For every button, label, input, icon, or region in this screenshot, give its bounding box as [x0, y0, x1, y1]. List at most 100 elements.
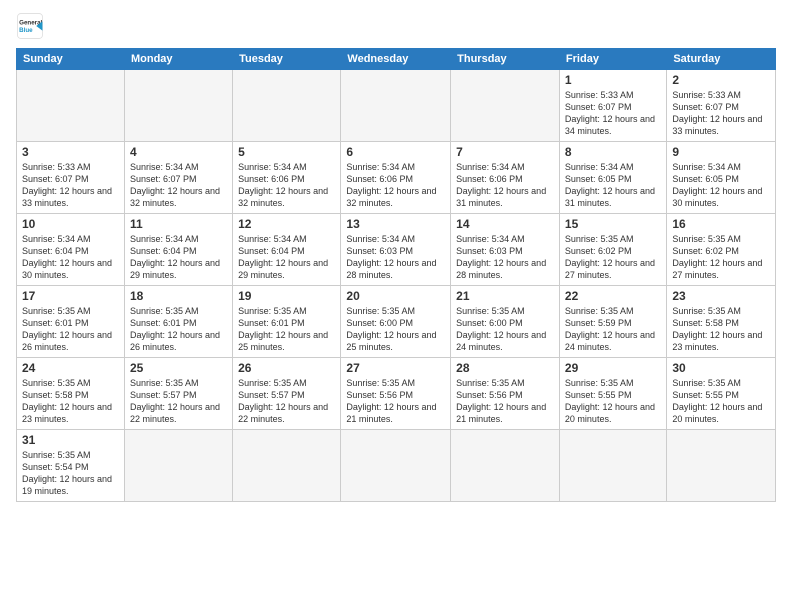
day-number: 27 [346, 361, 445, 375]
day-info: Sunrise: 5:33 AM Sunset: 6:07 PM Dayligh… [565, 89, 661, 138]
day-info: Sunrise: 5:35 AM Sunset: 6:01 PM Dayligh… [22, 305, 119, 354]
calendar-day: 15Sunrise: 5:35 AM Sunset: 6:02 PM Dayli… [559, 214, 666, 286]
day-info: Sunrise: 5:34 AM Sunset: 6:03 PM Dayligh… [346, 233, 445, 282]
day-info: Sunrise: 5:35 AM Sunset: 5:55 PM Dayligh… [672, 377, 770, 426]
calendar-day: 19 Sunrise: 5:35 AM Sunset: 6:01 PM Dayli… [233, 286, 341, 358]
calendar-day: 25Sunrise: 5:35 AM Sunset: 5:57 PM Dayli… [124, 358, 232, 430]
day-header-saturday: Saturday [667, 49, 776, 70]
svg-text:Blue: Blue [19, 27, 33, 34]
calendar-day [124, 70, 232, 142]
calendar-day [341, 430, 451, 502]
day-number: 20 [346, 289, 445, 303]
calendar-day: 13 Sunrise: 5:34 AM Sunset: 6:03 PM Dayli… [341, 214, 451, 286]
day-info: Sunrise: 5:35 AM Sunset: 5:54 PM Dayligh… [22, 449, 119, 498]
day-info: Sunrise: 5:35 AM Sunset: 6:01 PM Dayligh… [238, 305, 335, 354]
day-number: 17 [22, 289, 119, 303]
day-info: Sunrise: 5:35 AM Sunset: 5:57 PM Dayligh… [130, 377, 227, 426]
day-number: 28 [456, 361, 554, 375]
calendar-header-row: SundayMondayTuesdayWednesdayThursdayFrid… [17, 49, 776, 70]
day-number: 12 [238, 217, 335, 231]
day-number: 23 [672, 289, 770, 303]
calendar-day: 28 Sunrise: 5:35 AM Sunset: 5:56 PM Dayli… [451, 358, 560, 430]
day-info: Sunrise: 5:35 AM Sunset: 5:56 PM Dayligh… [456, 377, 554, 426]
day-number: 5 [238, 145, 335, 159]
calendar-day: 7 Sunrise: 5:34 AM Sunset: 6:06 PM Daylig… [451, 142, 560, 214]
day-number: 11 [130, 217, 227, 231]
day-header-sunday: Sunday [17, 49, 125, 70]
day-info: Sunrise: 5:34 AM Sunset: 6:06 PM Dayligh… [346, 161, 445, 210]
day-number: 2 [672, 73, 770, 87]
day-info: Sunrise: 5:34 AM Sunset: 6:06 PM Dayligh… [238, 161, 335, 210]
day-number: 14 [456, 217, 554, 231]
day-number: 3 [22, 145, 119, 159]
day-info: Sunrise: 5:34 AM Sunset: 6:05 PM Dayligh… [565, 161, 661, 210]
day-number: 24 [22, 361, 119, 375]
day-info: Sunrise: 5:35 AM Sunset: 6:00 PM Dayligh… [346, 305, 445, 354]
calendar-day: 17 Sunrise: 5:35 AM Sunset: 6:01 PM Dayli… [17, 286, 125, 358]
calendar-day: 22 Sunrise: 5:35 AM Sunset: 5:59 PM Dayli… [559, 286, 666, 358]
calendar-day: 10Sunrise: 5:34 AM Sunset: 6:04 PM Dayli… [17, 214, 125, 286]
day-info: Sunrise: 5:35 AM Sunset: 5:56 PM Dayligh… [346, 377, 445, 426]
calendar-week-2: 3Sunrise: 5:33 AM Sunset: 6:07 PM Daylig… [17, 142, 776, 214]
day-header-tuesday: Tuesday [233, 49, 341, 70]
logo-icon: General Blue [16, 12, 44, 40]
day-number: 26 [238, 361, 335, 375]
calendar-day [124, 430, 232, 502]
calendar-day: 6Sunrise: 5:34 AM Sunset: 6:06 PM Daylig… [341, 142, 451, 214]
calendar-day: 12Sunrise: 5:34 AM Sunset: 6:04 PM Dayli… [233, 214, 341, 286]
calendar-day: 14Sunrise: 5:34 AM Sunset: 6:03 PM Dayli… [451, 214, 560, 286]
day-number: 1 [565, 73, 661, 87]
calendar-day: 1 Sunrise: 5:33 AM Sunset: 6:07 PM Daylig… [559, 70, 666, 142]
day-number: 9 [672, 145, 770, 159]
day-info: Sunrise: 5:34 AM Sunset: 6:04 PM Dayligh… [130, 233, 227, 282]
calendar-day: 8 Sunrise: 5:34 AM Sunset: 6:05 PM Daylig… [559, 142, 666, 214]
calendar-week-5: 24Sunrise: 5:35 AM Sunset: 5:58 PM Dayli… [17, 358, 776, 430]
calendar-day [17, 70, 125, 142]
calendar-day [559, 430, 666, 502]
day-number: 31 [22, 433, 119, 447]
day-header-thursday: Thursday [451, 49, 560, 70]
calendar-day [451, 430, 560, 502]
calendar-day: 24Sunrise: 5:35 AM Sunset: 5:58 PM Dayli… [17, 358, 125, 430]
calendar-day: 29 Sunrise: 5:35 AM Sunset: 5:55 PM Dayli… [559, 358, 666, 430]
calendar-day: 16Sunrise: 5:35 AM Sunset: 6:02 PM Dayli… [667, 214, 776, 286]
day-number: 4 [130, 145, 227, 159]
day-info: Sunrise: 5:35 AM Sunset: 6:00 PM Dayligh… [456, 305, 554, 354]
day-info: Sunrise: 5:35 AM Sunset: 5:59 PM Dayligh… [565, 305, 661, 354]
calendar-day: 20 Sunrise: 5:35 AM Sunset: 6:00 PM Dayli… [341, 286, 451, 358]
calendar-day: 30 Sunrise: 5:35 AM Sunset: 5:55 PM Dayli… [667, 358, 776, 430]
day-number: 29 [565, 361, 661, 375]
calendar-day: 9 Sunrise: 5:34 AM Sunset: 6:05 PM Daylig… [667, 142, 776, 214]
calendar-day [451, 70, 560, 142]
calendar-day: 31 Sunrise: 5:35 AM Sunset: 5:54 PM Dayli… [17, 430, 125, 502]
calendar-week-4: 17 Sunrise: 5:35 AM Sunset: 6:01 PM Dayli… [17, 286, 776, 358]
calendar-week-6: 31 Sunrise: 5:35 AM Sunset: 5:54 PM Dayli… [17, 430, 776, 502]
calendar-day: 11 Sunrise: 5:34 AM Sunset: 6:04 PM Dayli… [124, 214, 232, 286]
day-info: Sunrise: 5:34 AM Sunset: 6:05 PM Dayligh… [672, 161, 770, 210]
day-info: Sunrise: 5:33 AM Sunset: 6:07 PM Dayligh… [672, 89, 770, 138]
calendar-day: 5 Sunrise: 5:34 AM Sunset: 6:06 PM Daylig… [233, 142, 341, 214]
calendar-day: 27 Sunrise: 5:35 AM Sunset: 5:56 PM Dayli… [341, 358, 451, 430]
day-number: 30 [672, 361, 770, 375]
day-number: 7 [456, 145, 554, 159]
calendar-day: 3Sunrise: 5:33 AM Sunset: 6:07 PM Daylig… [17, 142, 125, 214]
calendar-day: 18Sunrise: 5:35 AM Sunset: 6:01 PM Dayli… [124, 286, 232, 358]
calendar-day: 26Sunrise: 5:35 AM Sunset: 5:57 PM Dayli… [233, 358, 341, 430]
day-number: 19 [238, 289, 335, 303]
calendar-table: SundayMondayTuesdayWednesdayThursdayFrid… [16, 48, 776, 502]
day-info: Sunrise: 5:35 AM Sunset: 5:55 PM Dayligh… [565, 377, 661, 426]
day-number: 22 [565, 289, 661, 303]
day-info: Sunrise: 5:35 AM Sunset: 6:02 PM Dayligh… [565, 233, 661, 282]
day-number: 8 [565, 145, 661, 159]
day-header-wednesday: Wednesday [341, 49, 451, 70]
day-info: Sunrise: 5:34 AM Sunset: 6:04 PM Dayligh… [22, 233, 119, 282]
day-info: Sunrise: 5:35 AM Sunset: 6:01 PM Dayligh… [130, 305, 227, 354]
calendar-day [667, 430, 776, 502]
day-number: 13 [346, 217, 445, 231]
calendar-day [341, 70, 451, 142]
calendar-day [233, 70, 341, 142]
day-info: Sunrise: 5:34 AM Sunset: 6:06 PM Dayligh… [456, 161, 554, 210]
calendar-day: 23Sunrise: 5:35 AM Sunset: 5:58 PM Dayli… [667, 286, 776, 358]
calendar-day: 21Sunrise: 5:35 AM Sunset: 6:00 PM Dayli… [451, 286, 560, 358]
calendar-page: General Blue SundayMondayTuesdayWednesda… [0, 0, 792, 612]
